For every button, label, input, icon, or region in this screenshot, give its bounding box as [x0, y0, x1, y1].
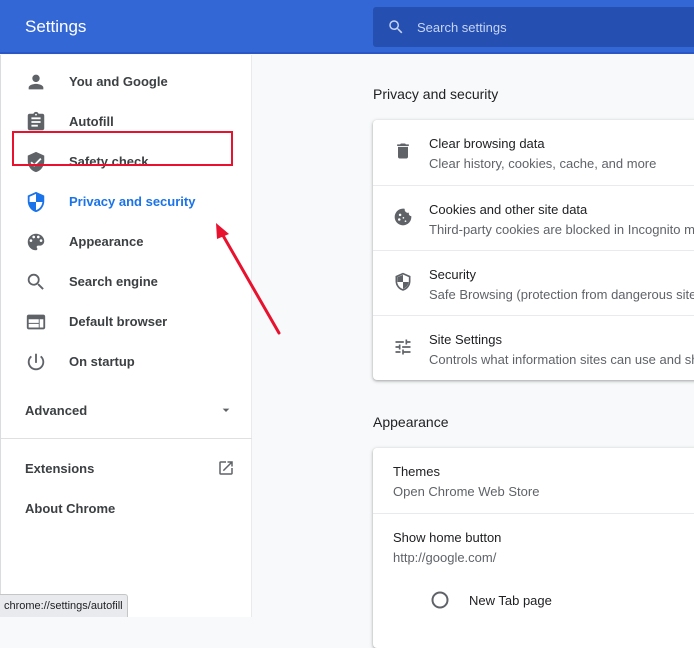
home-button-value: http://google.com/	[393, 550, 497, 565]
row-description: Safe Browsing (protection from dangerous…	[429, 287, 694, 302]
themes-row[interactable]: Themes Open Chrome Web Store	[373, 448, 694, 513]
sidebar-item-label: Appearance	[69, 234, 144, 249]
status-bar-url: chrome://settings/autofill	[0, 594, 128, 617]
person-icon	[28, 74, 44, 90]
clear-browsing-data-row[interactable]: Clear browsing data Clear history, cooki…	[373, 120, 694, 185]
power-icon	[27, 353, 45, 371]
extensions-label: Extensions	[25, 461, 95, 476]
search-icon	[27, 273, 44, 290]
about-label: About Chrome	[25, 501, 116, 516]
themes-label: Themes	[393, 464, 440, 479]
cookies-row[interactable]: Cookies and other site data Third-party …	[373, 185, 694, 250]
browser-icon	[26, 314, 46, 330]
settings-header: Settings	[0, 0, 694, 54]
sidebar-item-label: Autofill	[69, 114, 114, 129]
appearance-section-title: Appearance	[373, 414, 449, 430]
show-home-button-row[interactable]: Show home button http://google.com/	[373, 513, 694, 578]
row-title: Cookies and other site data	[429, 202, 588, 217]
sidebar-item-label: On startup	[69, 354, 135, 369]
palette-icon	[27, 233, 45, 251]
cookie-icon	[394, 208, 412, 226]
radio-label: New Tab page	[469, 593, 552, 608]
shield-icon	[395, 272, 411, 291]
open-in-new-icon	[219, 461, 233, 475]
row-description: Clear history, cookies, cache, and more	[429, 156, 657, 171]
sidebar-advanced[interactable]: Advanced	[1, 390, 252, 430]
privacy-section-title: Privacy and security	[373, 86, 499, 102]
site-settings-row[interactable]: Site Settings Controls what information …	[373, 315, 694, 380]
row-description: Third-party cookies are blocked in Incog…	[429, 222, 694, 237]
advanced-label: Advanced	[25, 403, 88, 418]
sidebar-item-about-chrome[interactable]: About Chrome	[1, 488, 252, 528]
sliders-icon	[395, 339, 411, 355]
sidebar-item-label: You and Google	[69, 74, 168, 89]
search-input[interactable]	[417, 7, 687, 47]
themes-value: Open Chrome Web Store	[393, 484, 540, 499]
arrow-annotation	[216, 223, 281, 335]
home-button-label: Show home button	[393, 530, 502, 545]
search-box[interactable]	[373, 7, 694, 47]
shield-icon	[27, 191, 45, 213]
new-tab-page-option[interactable]: New Tab page	[373, 578, 694, 618]
sidebar-item-label: Default browser	[69, 314, 168, 329]
sidebar-divider	[1, 438, 252, 439]
sidebar-item-you-and-google[interactable]: You and Google	[1, 62, 252, 102]
privacy-card: Clear browsing data Clear history, cooki…	[373, 120, 694, 380]
search-icon	[389, 20, 403, 34]
highlight-annotation	[12, 131, 233, 166]
appearance-card: Themes Open Chrome Web Store Show home b…	[373, 448, 694, 648]
clipboard-icon	[27, 111, 45, 131]
trash-icon	[397, 143, 409, 159]
security-row[interactable]: Security Safe Browsing (protection from …	[373, 250, 694, 315]
row-title: Clear browsing data	[429, 136, 545, 151]
row-title: Site Settings	[429, 332, 502, 347]
row-description: Controls what information sites can use …	[429, 352, 694, 367]
sidebar-item-on-startup[interactable]: On startup	[1, 342, 252, 382]
sidebar-item-label: Privacy and security	[69, 194, 196, 209]
page-title: Settings	[25, 17, 87, 36]
chevron-down-icon	[222, 408, 230, 412]
radio-button[interactable]	[431, 591, 449, 609]
sidebar-item-privacy-and-security[interactable]: Privacy and security	[1, 182, 252, 222]
sidebar-item-label: Search engine	[69, 274, 158, 289]
row-title: Security	[429, 267, 476, 282]
sidebar-item-extensions[interactable]: Extensions	[1, 448, 252, 488]
